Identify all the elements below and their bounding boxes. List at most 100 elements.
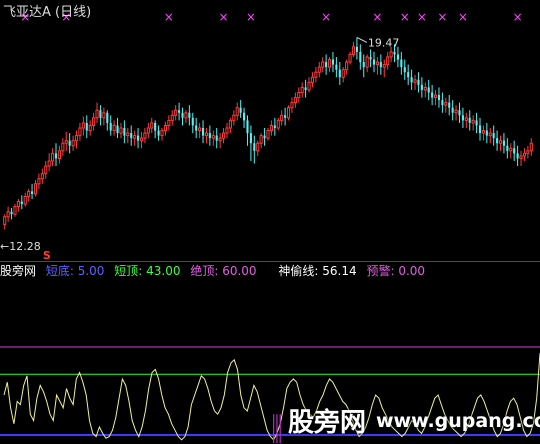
candle-body bbox=[61, 142, 65, 152]
candle-body bbox=[351, 46, 356, 55]
candle-body bbox=[33, 183, 38, 195]
candle-body bbox=[269, 124, 273, 132]
candle-body bbox=[273, 125, 276, 128]
candle-body bbox=[228, 119, 232, 129]
candle-body bbox=[266, 130, 270, 139]
candle-body bbox=[99, 110, 102, 118]
candle-body bbox=[191, 117, 194, 126]
chart-root: ×××××××××××××19.47←12.28S 飞亚达A (日线) 股旁网 … bbox=[0, 0, 540, 444]
candle-body bbox=[314, 71, 318, 78]
candle-body bbox=[509, 147, 513, 152]
top-marker: × bbox=[437, 10, 447, 24]
candle-body bbox=[386, 56, 390, 66]
candle-body bbox=[218, 137, 222, 142]
short-bottom-value: 5.00 bbox=[77, 264, 105, 278]
candle-body bbox=[492, 133, 495, 139]
candle-body bbox=[263, 135, 266, 139]
candle-body bbox=[284, 115, 287, 118]
candle-body bbox=[167, 119, 171, 126]
candle-body bbox=[51, 152, 55, 162]
candle-body bbox=[379, 62, 382, 68]
candle-body bbox=[331, 59, 335, 65]
top-marker: × bbox=[246, 10, 256, 24]
candle-body bbox=[427, 87, 430, 93]
candle-body bbox=[225, 127, 229, 134]
candle-body bbox=[431, 92, 434, 98]
candle-body bbox=[215, 135, 218, 141]
top-marker: × bbox=[417, 10, 427, 24]
candle-body bbox=[102, 112, 106, 119]
candle-body bbox=[396, 54, 399, 60]
candle-body bbox=[78, 127, 82, 137]
candle-body bbox=[471, 119, 475, 124]
high-annotation-label: 19.47 bbox=[368, 36, 400, 49]
candle-body bbox=[235, 107, 239, 116]
candle-body bbox=[198, 127, 202, 132]
candle-body bbox=[345, 61, 349, 71]
candle-body bbox=[433, 94, 438, 99]
candle-body bbox=[170, 114, 174, 121]
candle-body bbox=[259, 135, 263, 144]
candle-body bbox=[461, 115, 464, 121]
candle-body bbox=[362, 62, 365, 68]
candle-body bbox=[369, 56, 372, 60]
candle-body bbox=[290, 102, 294, 109]
candle-body bbox=[81, 122, 85, 129]
candle-body bbox=[519, 155, 523, 159]
candle-body bbox=[420, 84, 423, 90]
candle-body bbox=[181, 112, 184, 118]
candle-body bbox=[143, 132, 147, 139]
candle-body bbox=[112, 124, 116, 132]
candle-body bbox=[410, 77, 413, 83]
candle-body bbox=[256, 142, 260, 152]
candle-body bbox=[348, 53, 352, 63]
candle-body bbox=[10, 211, 13, 215]
candle-body bbox=[444, 102, 448, 106]
candle-body bbox=[485, 130, 488, 136]
top-marker: × bbox=[513, 10, 523, 24]
candle-body bbox=[389, 51, 393, 58]
candle-body bbox=[3, 216, 7, 225]
watermark-text: 股旁网 bbox=[288, 408, 367, 438]
candle-body bbox=[88, 124, 92, 132]
candle-body bbox=[211, 135, 215, 139]
candle-body bbox=[130, 133, 133, 139]
candle-body bbox=[478, 125, 482, 134]
candle-body bbox=[243, 112, 246, 121]
candle-body bbox=[496, 138, 499, 144]
candle-body bbox=[253, 143, 256, 151]
candle-body bbox=[137, 135, 140, 141]
candle-body bbox=[208, 133, 211, 139]
candle-body bbox=[71, 140, 75, 147]
candle-body bbox=[57, 150, 61, 159]
candle-body bbox=[400, 59, 403, 68]
low-annotation-label: ←12.28 bbox=[0, 240, 41, 253]
candle-body bbox=[327, 59, 332, 68]
candle-body bbox=[74, 135, 79, 142]
indicator-header: 股旁网 短底: 5.00 短顶: 43.00 绝顶: 60.00 神偷线: 56… bbox=[0, 262, 425, 278]
candle-body bbox=[133, 135, 137, 139]
candle-body bbox=[475, 120, 478, 126]
candle-body bbox=[195, 125, 198, 131]
candle-body bbox=[325, 62, 328, 68]
candle-body bbox=[365, 56, 369, 68]
candle-body bbox=[317, 66, 321, 73]
candle-body bbox=[338, 69, 341, 78]
candle-body bbox=[126, 132, 130, 137]
high-annotation-pointer bbox=[356, 36, 368, 43]
candle-body bbox=[174, 109, 178, 116]
candle-body bbox=[44, 165, 48, 175]
candle-body bbox=[310, 76, 315, 83]
candle-body bbox=[300, 86, 304, 93]
candle-body bbox=[321, 61, 325, 68]
candle-body bbox=[516, 153, 519, 159]
candle-body bbox=[454, 109, 458, 114]
candle-body bbox=[204, 132, 209, 137]
candle-body bbox=[23, 195, 27, 205]
candle-body bbox=[407, 72, 410, 78]
top-label: 绝顶: bbox=[190, 264, 219, 278]
chart-title: 飞亚达A (日线) bbox=[3, 5, 92, 20]
candle-body bbox=[481, 130, 485, 134]
candle-body bbox=[54, 153, 58, 159]
candle-body bbox=[502, 140, 505, 146]
